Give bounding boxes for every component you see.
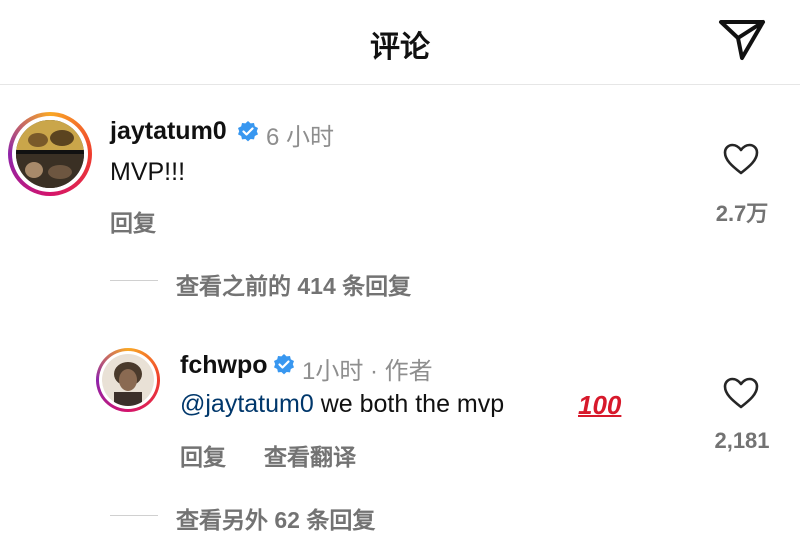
comment-timestamp: 6 小时: [266, 124, 335, 151]
header-bar: 评论: [0, 0, 800, 85]
view-more-replies-link[interactable]: 查看另外 62 条回复: [176, 501, 375, 535]
comment-text: MVP!!!: [110, 158, 186, 186]
see-translation-button[interactable]: 查看翻译: [264, 438, 356, 472]
comment-username[interactable]: jaytatum0: [110, 117, 227, 146]
view-previous-replies-link[interactable]: 查看之前的 414 条回复: [176, 267, 411, 301]
divider: [110, 280, 158, 281]
page-title: 评论: [370, 31, 430, 64]
avatar[interactable]: [96, 348, 160, 412]
reply-username[interactable]: fchwpo: [180, 351, 268, 380]
like-heart-icon[interactable]: [722, 142, 760, 176]
mention-link[interactable]: @jaytatum0: [180, 390, 314, 418]
like-count: 2,181: [714, 428, 770, 453]
divider: [110, 515, 158, 516]
avatar[interactable]: [8, 112, 92, 196]
verified-badge-icon: [238, 121, 258, 142]
reply-button[interactable]: 回复: [110, 204, 156, 238]
reply-text: @jaytatum0 we both the mvp: [180, 390, 504, 419]
reply-body: we both the mvp: [313, 390, 505, 418]
reply-timestamp: 1小时 · 作者: [302, 358, 433, 385]
like-count: 2.7万: [715, 201, 769, 226]
verified-badge-icon: [274, 354, 294, 375]
hundred-points-emoji-icon: 100: [578, 390, 622, 420]
send-icon[interactable]: [718, 18, 766, 62]
like-heart-icon[interactable]: [722, 376, 760, 410]
reply-button[interactable]: 回复: [180, 438, 226, 472]
